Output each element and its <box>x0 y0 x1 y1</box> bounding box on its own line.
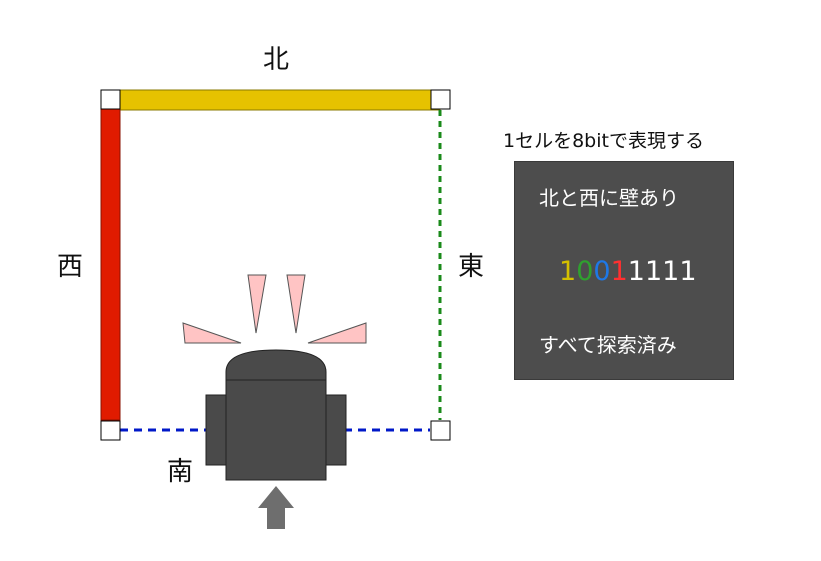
robot-body <box>225 379 327 481</box>
corner-post-sw <box>100 420 121 441</box>
bit-0: 1 <box>559 256 577 287</box>
south-label: 南 <box>166 457 193 487</box>
encoding-caption: 1セルを8bitで表現する <box>503 130 704 152</box>
robot-wheel-left <box>205 394 227 466</box>
bit-2: 0 <box>593 256 611 287</box>
bit-4: 1 <box>627 256 645 287</box>
bit-3: 1 <box>610 256 628 287</box>
bit-encoding-panel: 北と西に壁あり 10011111 すべて探索済み <box>514 161 734 380</box>
bit-7: 1 <box>679 256 697 287</box>
bit-1: 0 <box>576 256 594 287</box>
sensor-ray-front-left <box>247 274 267 334</box>
north-label: 北 <box>262 45 289 75</box>
sensor-ray-front-right <box>286 274 306 334</box>
bit-6: 1 <box>662 256 680 287</box>
corner-post-se <box>430 420 451 441</box>
panel-bottom-text: すべて探索済み <box>539 333 677 357</box>
bit-string: 10011111 <box>559 256 697 288</box>
sensor-ray-right <box>307 322 367 344</box>
west-label: 西 <box>56 252 83 282</box>
corner-post-ne <box>430 89 451 110</box>
up-arrow-icon <box>258 486 294 529</box>
east-label: 東 <box>457 252 484 282</box>
robot-head <box>225 349 327 381</box>
bit-5: 1 <box>644 256 663 287</box>
sensor-ray-left <box>182 322 242 344</box>
corner-post-nw <box>100 89 121 110</box>
west-wall <box>100 108 121 421</box>
north-wall <box>119 89 441 111</box>
robot-wheel-right <box>325 394 347 466</box>
panel-top-text: 北と西に壁あり <box>539 186 679 210</box>
